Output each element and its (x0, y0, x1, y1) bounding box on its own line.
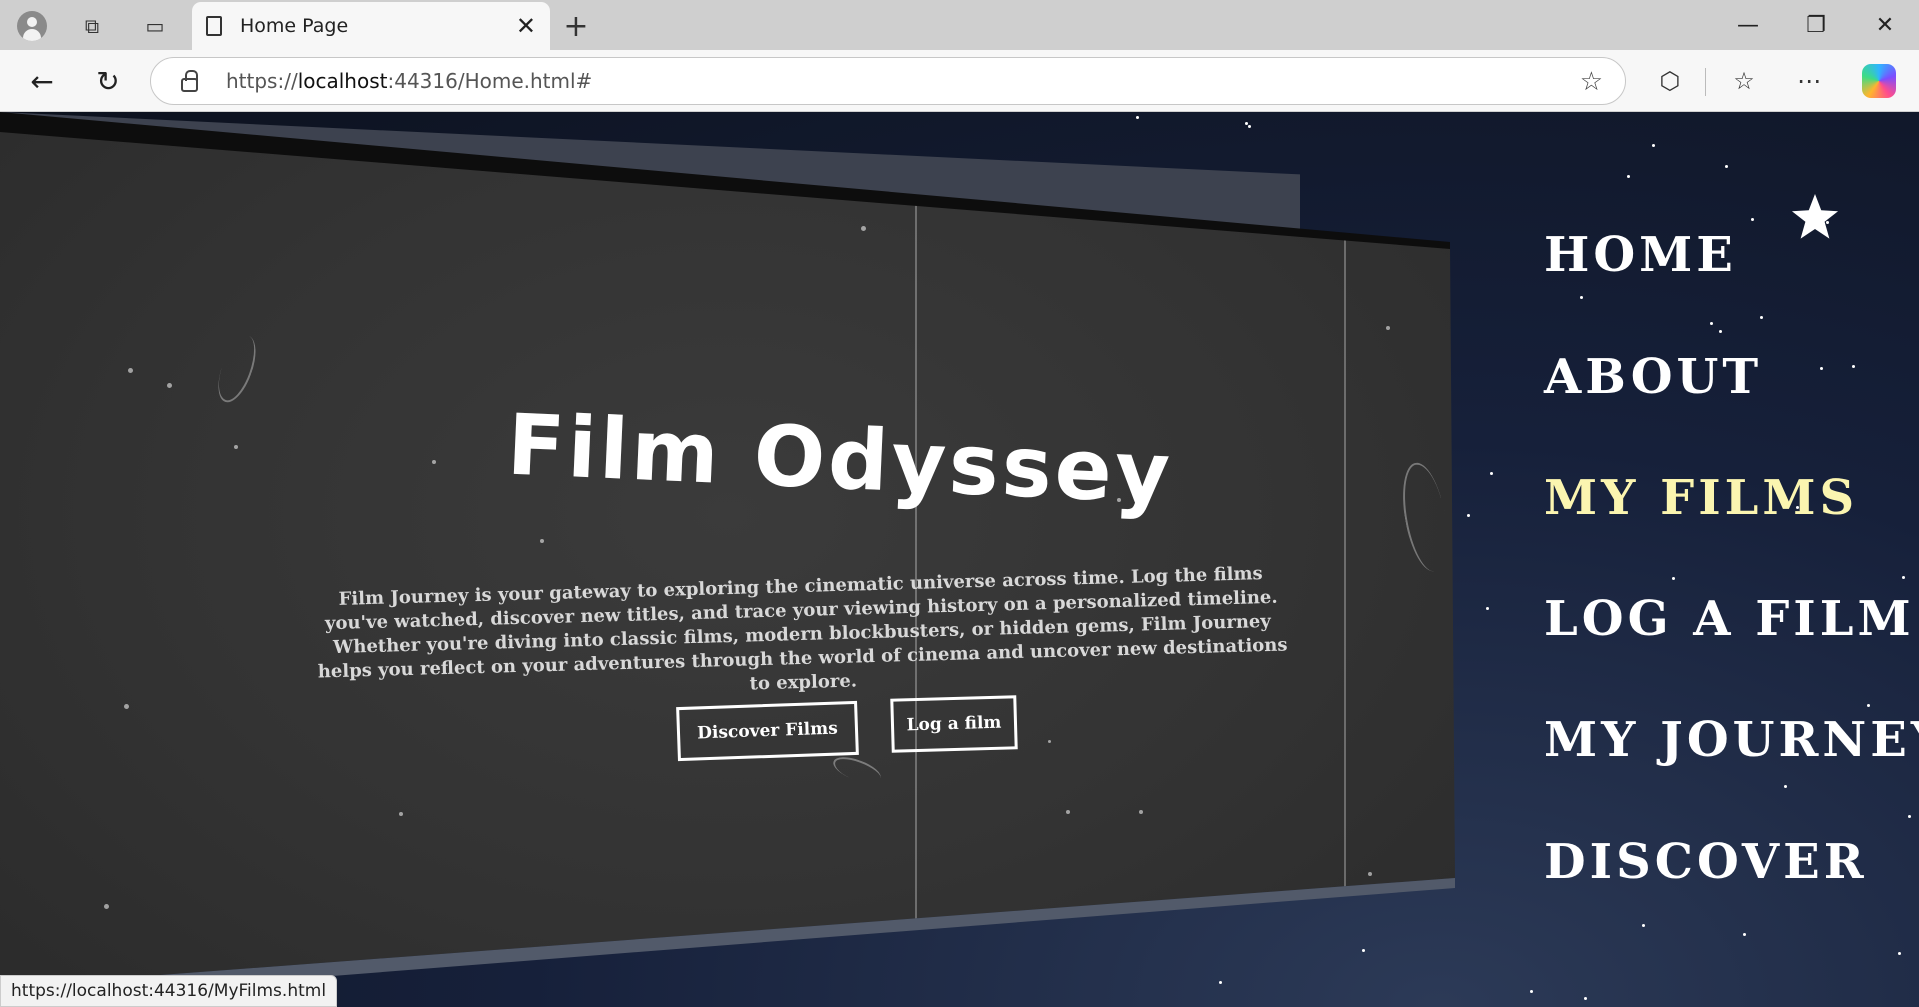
tab-title: Home Page (240, 15, 349, 37)
new-tab-icon[interactable]: + (558, 8, 594, 44)
favorites-icon[interactable]: ☆ (1726, 63, 1762, 99)
close-tab-icon[interactable]: ✕ (516, 12, 536, 40)
close-window-icon[interactable]: ✕ (1855, 4, 1915, 46)
browser-titlebar: ⧉ ▭ Home Page ✕ + — ❐ ✕ (0, 0, 1919, 50)
movie-screen (0, 126, 1455, 987)
nav-item-log-a-film[interactable]: LOG A FILM (1544, 591, 1915, 647)
lock-icon[interactable] (181, 70, 198, 92)
address-bar[interactable]: https://localhost:44316/Home.html# ☆ (150, 57, 1626, 105)
more-options-icon[interactable]: ⋯ (1791, 63, 1827, 99)
favorite-star-icon[interactable]: ☆ (1580, 67, 1603, 97)
extensions-icon[interactable]: ⬡ (1652, 63, 1688, 99)
nav-item-my-journey[interactable]: MY JOURNEY (1544, 712, 1919, 768)
toolbar-divider (1705, 68, 1706, 96)
browser-toolbar: ← ↻ https://localhost:44316/Home.html# ☆… (0, 50, 1919, 112)
page-viewport: Film Odyssey Film Journey is your gatewa… (0, 112, 1919, 1007)
page-icon (206, 16, 222, 36)
tab-actions-icon[interactable]: ▭ (137, 8, 173, 44)
nav-item-about[interactable]: ABOUT (1544, 349, 1762, 405)
nav-item-my-films[interactable]: MY FILMS (1544, 470, 1858, 526)
discover-films-button[interactable]: Discover Films (676, 700, 859, 762)
film-scratch-line (1344, 212, 1346, 902)
url-text[interactable]: https://localhost:44316/Home.html# (226, 69, 592, 93)
minimize-icon[interactable]: — (1718, 4, 1778, 46)
film-scratch-line (915, 172, 917, 942)
refresh-icon[interactable]: ↻ (90, 63, 126, 99)
star-icon (1791, 193, 1839, 239)
restore-icon[interactable]: ❐ (1786, 4, 1846, 46)
tab-home-page[interactable]: Home Page ✕ (192, 2, 550, 50)
copilot-icon[interactable] (1862, 64, 1896, 98)
back-icon[interactable]: ← (24, 63, 60, 99)
nav-item-discover[interactable]: DISCOVER (1544, 834, 1868, 890)
nav-item-home[interactable]: HOME (1544, 227, 1737, 283)
log-a-film-button[interactable]: Log a film (890, 695, 1018, 753)
status-bar-url: https://localhost:44316/MyFilms.html (0, 975, 338, 1007)
profile-icon[interactable] (14, 8, 50, 44)
collections-icon[interactable]: ⧉ (74, 8, 110, 44)
